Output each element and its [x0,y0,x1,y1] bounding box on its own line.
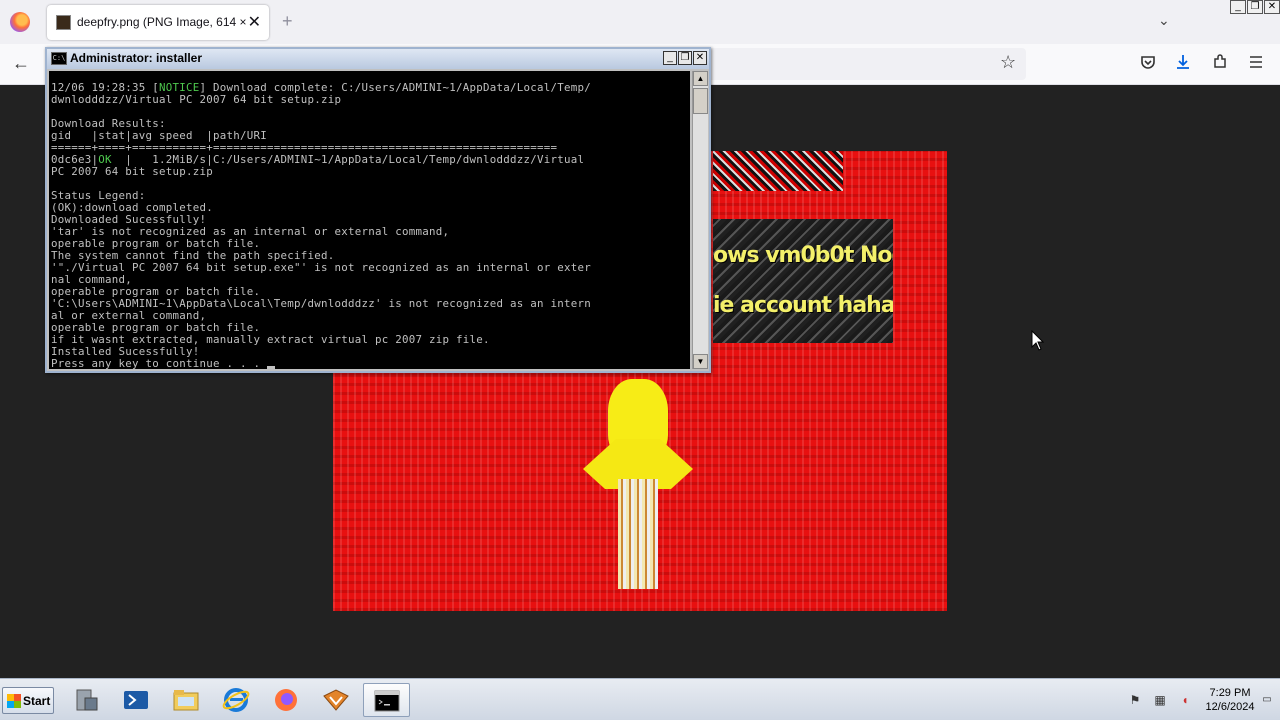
internet-explorer-icon[interactable] [213,683,260,717]
meme-figure [583,379,693,589]
extensions-icon[interactable] [1212,54,1228,70]
console-scrollbar[interactable]: ▲ ▼ [692,71,708,369]
taskbar: Start ⚑ ▦ ◖ 7:29 PM 12/6/2024 ▭ [0,678,1280,720]
browser-tab-bar: deepfry.png (PNG Image, 614 × 4 ✕ + ⌄ _ … [0,0,1280,44]
console-caret [267,366,276,369]
scroll-down-icon[interactable]: ▼ [693,354,708,369]
url-bar[interactable] [700,48,1026,80]
minimize-button[interactable]: _ [1230,0,1246,14]
console-close-button[interactable]: ✕ [693,51,707,65]
pocket-icon[interactable] [1140,54,1156,70]
tab-title: deepfry.png (PNG Image, 614 × 4 [77,15,247,29]
scroll-thumb[interactable] [693,88,708,114]
image-favicon-icon [56,15,71,30]
bookmark-star-icon[interactable]: ☆ [1000,52,1016,73]
menu-icon[interactable] [1248,54,1264,70]
meme-text-line2: ie account haha [713,293,893,318]
console-line: '"./Virtual PC 2007 64 bit setup.exe"' i… [51,261,592,274]
windows-logo-icon [7,694,21,708]
image-noise [713,151,843,191]
server-manager-icon[interactable] [63,683,110,717]
clock[interactable]: 7:29 PM 12/6/2024 [1200,686,1260,714]
console-window[interactable]: C:\ Administrator: installer _ ❐ ✕ 12/06… [45,47,711,373]
meme-caption-panel: ows vm0b0t Noob ie account haha [713,219,893,343]
system-tray: ⚑ ▦ ◖ 7:29 PM 12/6/2024 ▭ [1126,681,1276,719]
network-icon[interactable]: ▦ [1153,693,1167,707]
console-output[interactable]: 12/06 19:28:35 [NOTICE] Download complet… [49,71,690,369]
action-center-flag-icon[interactable]: ⚑ [1128,693,1142,707]
window-controls: _ ❐ ✕ [1230,0,1280,14]
volume-muted-icon[interactable]: ◖ [1178,693,1192,707]
console-minimize-button[interactable]: _ [663,51,677,65]
start-label: Start [23,694,51,708]
scroll-up-icon[interactable]: ▲ [693,71,708,86]
firefox-view-icon[interactable] [10,12,30,32]
console-window-controls: _ ❐ ✕ [663,51,707,65]
console-title: Administrator: installer [70,51,203,65]
meme-text-line1: ows vm0b0t Noob [713,243,893,268]
console-line: PC 2007 64 bit setup.zip [51,165,214,178]
download-icon[interactable] [1175,54,1191,70]
console-titlebar[interactable]: C:\ Administrator: installer _ ❐ ✕ [47,49,709,69]
mouse-cursor-icon [1031,330,1045,351]
console-line: dwnlodddzz/Virtual PC 2007 64 bit setup.… [51,93,342,106]
restore-button[interactable]: ❐ [1247,0,1263,14]
tab-close-icon[interactable]: ✕ [248,12,261,32]
tab-deepfry[interactable]: deepfry.png (PNG Image, 614 × 4 ✕ [47,5,269,40]
powershell-icon[interactable] [113,683,160,717]
console-app-icon: C:\ [51,52,67,65]
show-desktop-icon[interactable]: ▭ [1260,693,1274,707]
back-button[interactable]: ← [12,53,30,74]
explorer-icon[interactable] [163,683,210,717]
firefox-icon[interactable] [263,683,310,717]
start-button[interactable]: Start [2,687,54,714]
close-button[interactable]: ✕ [1264,0,1280,14]
clock-time: 7:29 PM [1209,687,1251,699]
console-line: Press any key to continue . . . [51,358,690,369]
console-restore-button[interactable]: ❐ [678,51,692,65]
installer-icon[interactable] [313,683,360,717]
list-all-tabs-icon[interactable]: ⌄ [1158,12,1170,29]
clock-date: 12/6/2024 [1205,701,1255,713]
desktop: deepfry.png (PNG Image, 614 × 4 ✕ + ⌄ _ … [0,0,1280,720]
cmd-icon[interactable] [363,683,410,717]
new-tab-button[interactable]: + [282,11,293,32]
